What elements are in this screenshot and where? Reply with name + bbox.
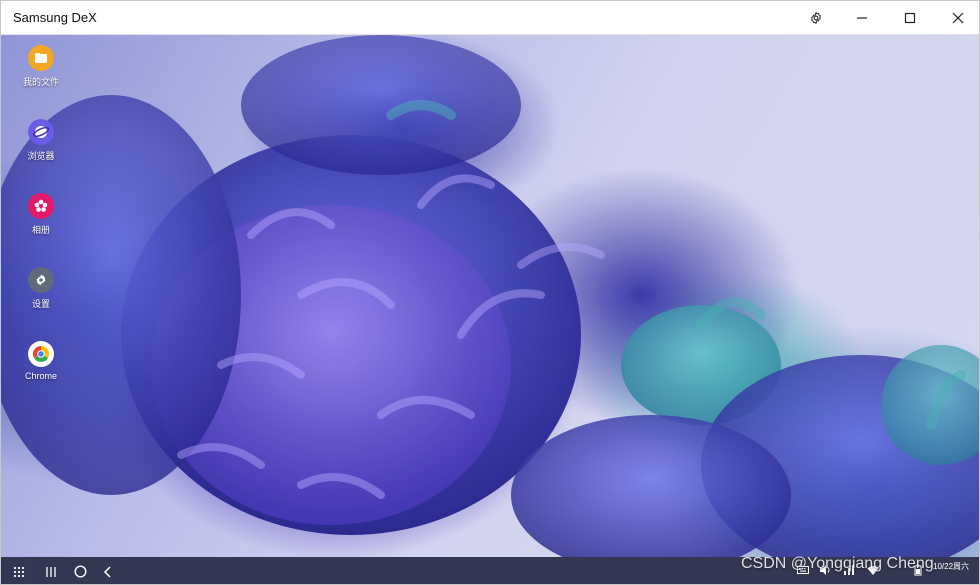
browser-icon: [28, 119, 54, 145]
desktop-icon-label: 设置: [31, 299, 50, 309]
clock-date: 10/22周六: [933, 562, 970, 571]
home-icon: [73, 565, 87, 578]
desktop-icon-label: Chrome: [24, 371, 57, 381]
apps-button[interactable]: [5, 557, 33, 584]
minimize-button[interactable]: [839, 1, 885, 35]
desktop-icon-settings[interactable]: 设置: [13, 267, 69, 310]
apps-grid-icon: [13, 566, 25, 577]
window-title: Samsung DeX: [13, 10, 97, 25]
settings-icon: [28, 267, 54, 293]
settings-button[interactable]: [793, 1, 839, 35]
samsung-dex-window: Samsung DeX 我的文件 浏览器 相册 设置 Chrome 10/22周…: [0, 0, 980, 585]
home-button[interactable]: [66, 557, 94, 584]
gallery-icon: [28, 193, 54, 219]
chrome-icon: [28, 341, 54, 367]
close-button[interactable]: [935, 1, 979, 35]
gear-icon: [811, 11, 821, 25]
clock[interactable]: 10/22周六: [933, 561, 979, 583]
desktop-icon-label: 相册: [31, 225, 50, 235]
desktop-icon-gallery[interactable]: 相册: [13, 193, 69, 236]
close-icon: [952, 12, 964, 24]
maximize-button[interactable]: [887, 1, 933, 35]
desktop-icon-my-files[interactable]: 我的文件: [13, 45, 69, 88]
desktop-icon-chrome[interactable]: Chrome: [13, 341, 69, 381]
desktop-wallpaper: 我的文件 浏览器 相册 设置 Chrome: [1, 35, 979, 557]
minimize-icon: [857, 17, 867, 19]
desktop-icon-browser[interactable]: 浏览器: [13, 119, 69, 162]
back-button[interactable]: [94, 557, 122, 584]
csdn-watermark: CSDN @Yongqiang Cheng: [741, 555, 934, 572]
flower-wallpaper: [1, 35, 979, 557]
maximize-icon: [904, 12, 916, 24]
folder-icon: [28, 45, 54, 71]
desktop-icon-label: 我的文件: [22, 77, 59, 87]
recents-button[interactable]: [37, 557, 65, 584]
title-bar: Samsung DeX: [1, 1, 979, 35]
recents-icon: [46, 566, 56, 577]
desktop-icon-label: 浏览器: [27, 151, 55, 161]
back-icon: [103, 565, 111, 578]
